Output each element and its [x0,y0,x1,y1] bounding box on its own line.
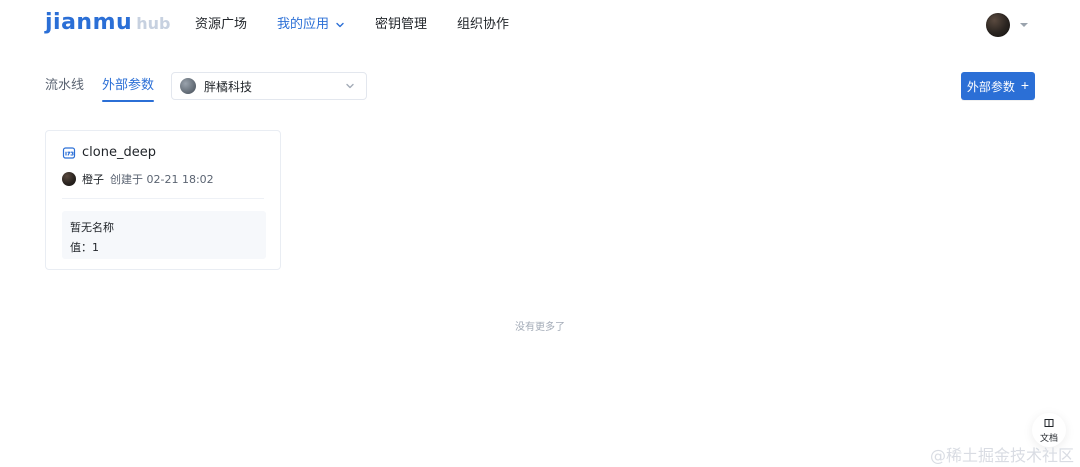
card-title: clone_deep [62,145,156,160]
nav-item-my-apps[interactable]: 我的应用 [277,16,345,34]
no-more-text: 没有更多了 [515,322,565,333]
param-detail: 暂无名称 值：1 [62,211,266,259]
nav-item-secrets[interactable]: 密钥管理 [375,16,427,34]
avatar [986,13,1010,37]
chevron-down-icon [335,20,345,30]
button-label: 外部参数 [966,79,1015,94]
owner-name: 橙子 [82,173,104,186]
caret-down-icon [1018,19,1030,31]
nav-item-label: 组织协作 [457,17,510,32]
add-external-param-button[interactable]: 外部参数 + [961,72,1035,100]
logo-main-text: jianmu [45,10,133,35]
param-value: 值：1 [70,241,99,254]
avatar [62,172,76,186]
org-selected-value: 胖橘科技 [204,79,253,94]
user-menu[interactable] [986,13,1030,37]
chevron-down-icon [344,80,356,92]
watermark: @稀土掘金技术社区 [929,446,1074,465]
nav-item-org-collab[interactable]: 组织协作 [457,16,509,34]
org-avatar [180,78,196,94]
param-name: clone_deep [82,145,156,160]
external-param-card[interactable]: clone_deep 橙子 创建于 02-21 18:02 暂无名称 值：1 [45,130,281,270]
tab-label: 流水线 [45,78,85,93]
tabs: 流水线 外部参数 [45,78,155,102]
nav-item-resource-square[interactable]: 资源广场 [195,16,247,34]
nav-item-label: 我的应用 [277,17,330,32]
divider [62,198,264,199]
org-select[interactable]: 胖橘科技 [171,72,367,100]
tab-external-params[interactable]: 外部参数 [102,78,155,102]
created-time: 创建于 02-21 18:02 [110,173,214,186]
jianmu-logo[interactable]: jianmu hub [45,10,170,40]
top-navbar: jianmu hub 资源广场 我的应用 密钥管理 组织协作 [0,0,1080,50]
tab-pipelines[interactable]: 流水线 [45,78,84,94]
tab-label: 外部参数 [102,78,155,93]
card-meta: 橙子 创建于 02-21 18:02 [62,171,214,187]
nav-item-label: 资源广场 [195,17,248,32]
nav-item-label: 密钥管理 [375,17,428,32]
book-icon [1043,417,1055,429]
param-display-name: 暂无名称 [70,221,114,234]
logo-sub-text: hub [136,14,171,33]
main-nav: 资源广场 我的应用 密钥管理 组织协作 [195,16,509,34]
plus-icon: + [1020,77,1030,93]
number-icon [62,146,76,160]
toolbar: 流水线 外部参数 胖橘科技 外部参数 + [45,72,1035,102]
